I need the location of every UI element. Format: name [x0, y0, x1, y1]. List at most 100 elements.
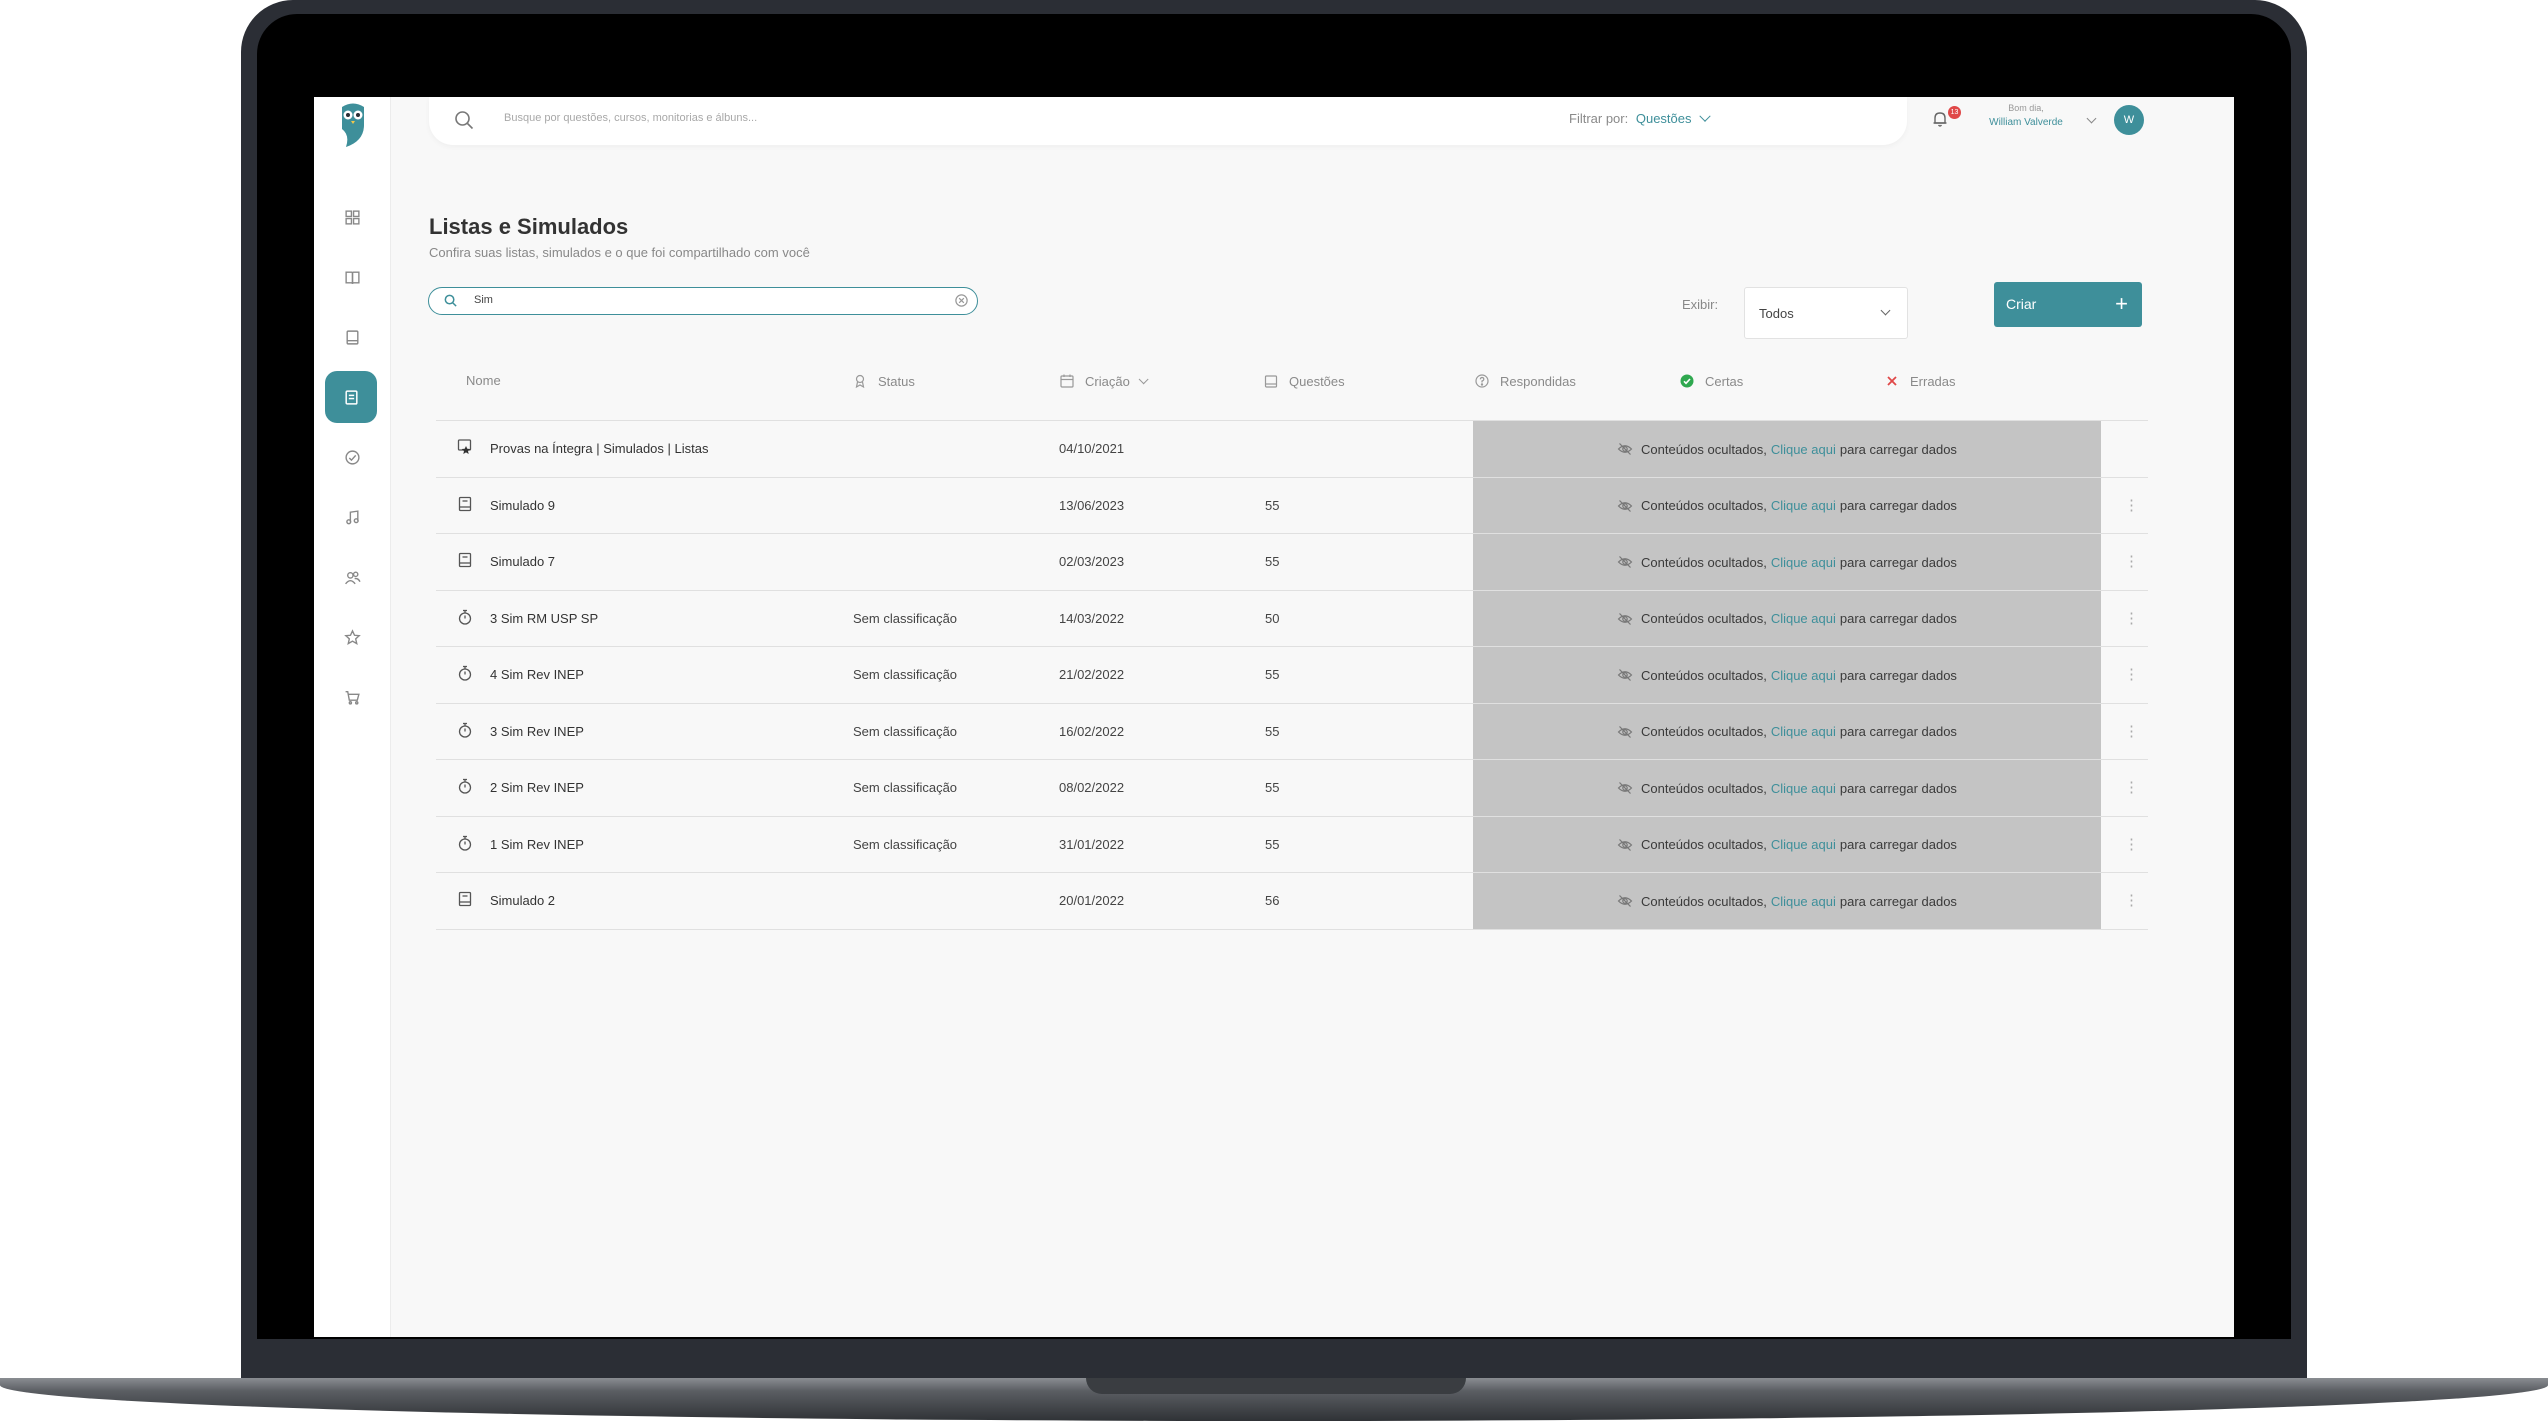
row-name[interactable]: Simulado 2	[490, 893, 555, 908]
row-name[interactable]: 2 Sim Rev INEP	[490, 780, 584, 795]
user-greeting[interactable]: Bom dia, William Valverde	[1978, 103, 2074, 128]
hidden-content-cell: Conteúdos ocultados, Clique aqui para carr…	[1473, 816, 2101, 873]
row-date: 02/03/2023	[1059, 554, 1125, 569]
table-row[interactable]: 3 Sim RM USP SP Sem classificação 14/03/20…	[436, 590, 2148, 647]
more-options-icon[interactable]: ⋮	[2124, 611, 2139, 626]
hidden-prefix: Conteúdos ocultados,	[1641, 498, 1767, 513]
row-questions: 55	[1265, 836, 1280, 852]
hidden-prefix: Conteúdos ocultados,	[1641, 667, 1767, 683]
more-options-icon[interactable]: ⋮	[2124, 667, 2139, 682]
hidden-content-cell: Conteúdos ocultados, Clique aqui para carr…	[1473, 703, 2101, 760]
column-header-erradas[interactable]: Erradas	[1884, 373, 1956, 389]
filter-dropdown[interactable]: Filtrar por: Questões	[1569, 110, 1711, 126]
column-label: Status	[878, 373, 915, 389]
eye-off-icon	[1617, 556, 1633, 568]
list-search-input[interactable]: Sim	[428, 287, 978, 315]
row-name[interactable]: 1 Sim Rev INEP	[490, 837, 584, 852]
laptop-notch	[1086, 1378, 1466, 1394]
load-data-link[interactable]: Clique aqui	[1771, 724, 1836, 739]
cart-icon[interactable]	[338, 683, 366, 711]
more-options-icon[interactable]: ⋮	[2124, 893, 2139, 908]
bell-icon[interactable]	[1930, 109, 1950, 129]
row-date: 20/01/2022	[1059, 893, 1125, 908]
avatar[interactable]: W	[2114, 105, 2144, 135]
table-row[interactable]: Simulado 7 02/03/2023 55 Conteúdos ocultado…	[436, 534, 2148, 590]
filter-value: Questões	[1635, 111, 1692, 126]
user-menu-chevron-icon[interactable]	[2086, 113, 2097, 124]
users-icon[interactable]	[338, 563, 366, 591]
exibir-label: Exibir:	[1682, 297, 1719, 312]
eye-off-icon	[1617, 838, 1633, 851]
hidden-suffix: para carregar dados	[1839, 667, 1957, 683]
hidden-prefix: Conteúdos ocultados,	[1641, 837, 1767, 852]
clear-search-icon[interactable]	[954, 293, 969, 308]
hidden-suffix: para carregar dados	[1839, 498, 1957, 513]
row-name[interactable]: 3 Sim RM USP SP	[490, 611, 598, 626]
hidden-suffix: para carregar dados	[1839, 441, 1957, 457]
more-options-icon[interactable]: ⋮	[2124, 724, 2139, 739]
load-data-link[interactable]: Clique aqui	[1771, 837, 1836, 852]
table-row[interactable]: Provas na Íntegra | Simulados | Listas 04…	[436, 421, 2148, 477]
exibir-select[interactable]: Todos	[1744, 287, 1908, 339]
sort-chevron-icon	[1138, 373, 1149, 384]
load-data-link[interactable]: Clique aqui	[1771, 498, 1836, 513]
book-open-icon[interactable]	[338, 263, 366, 291]
document-icon	[456, 551, 474, 569]
more-options-icon[interactable]: ⋮	[2124, 554, 2139, 569]
row-date: 21/02/2022	[1059, 667, 1125, 682]
greeting-text: Bom dia,	[2008, 103, 2044, 113]
load-data-link[interactable]: Clique aqui	[1771, 781, 1836, 796]
music-icon[interactable]	[338, 503, 366, 531]
row-name[interactable]: Simulado 9	[490, 498, 555, 513]
column-header-questoes[interactable]: Questões	[1263, 373, 1345, 389]
column-header-criacao[interactable]: Criação	[1059, 373, 1149, 389]
table-row[interactable]: 4 Sim Rev INEP Sem classificação 21/02/202…	[436, 647, 2148, 703]
column-header-certas[interactable]: Certas	[1679, 373, 1743, 389]
hidden-suffix: para carregar dados	[1839, 724, 1957, 739]
table-row[interactable]: Simulado 2 20/01/2022 56 Conteúdos ocultado…	[436, 873, 2148, 929]
row-date: 14/03/2022	[1059, 610, 1125, 626]
lists-icon[interactable]	[325, 371, 377, 423]
load-data-link[interactable]: Clique aqui	[1771, 555, 1836, 570]
row-name[interactable]: 3 Sim Rev INEP	[490, 724, 584, 739]
row-questions: 55	[1265, 780, 1280, 795]
row-status: Sem classificação	[853, 723, 958, 739]
owl-logo-icon[interactable]	[336, 101, 370, 149]
eye-off-icon	[1617, 499, 1633, 512]
more-options-icon[interactable]: ⋮	[2124, 780, 2139, 795]
more-options-icon[interactable]: ⋮	[2124, 498, 2139, 513]
load-data-link[interactable]: Clique aqui	[1771, 668, 1836, 683]
eye-off-icon	[1617, 725, 1633, 738]
filter-label: Filtrar por:	[1569, 111, 1629, 126]
row-date: 08/02/2022	[1059, 780, 1125, 795]
dashboard-icon[interactable]	[338, 203, 366, 231]
column-label: Criação	[1085, 373, 1130, 389]
load-data-link[interactable]: Clique aqui	[1771, 442, 1836, 457]
app-screen: Busque por questões, cursos, monitorias …	[314, 97, 2234, 1337]
search-icon[interactable]	[453, 109, 475, 131]
star-icon[interactable]	[338, 623, 366, 651]
hidden-content-cell: Conteúdos ocultados, Clique aqui para carr…	[1473, 647, 2101, 703]
row-name[interactable]: 4 Sim Rev INEP	[490, 667, 584, 682]
load-data-link[interactable]: Clique aqui	[1771, 611, 1836, 626]
column-header-nome[interactable]: Nome	[466, 373, 501, 388]
more-options-icon[interactable]: ⋮	[2124, 837, 2139, 852]
row-date: 13/06/2023	[1059, 497, 1125, 513]
book-icon[interactable]	[338, 323, 366, 351]
table-divider	[436, 928, 2148, 930]
table-row[interactable]: Simulado 9 13/06/2023 55 Conteúdos ocultado…	[436, 477, 2148, 534]
column-header-status[interactable]: Status	[852, 373, 915, 389]
column-header-respondidas[interactable]: Respondidas	[1474, 373, 1576, 389]
document-icon	[456, 495, 474, 513]
row-name[interactable]: Simulado 7	[490, 554, 555, 569]
check-circle-icon[interactable]	[338, 443, 366, 471]
row-questions: 56	[1265, 893, 1280, 908]
hidden-content-cell: Conteúdos ocultados, Clique aqui para carr…	[1473, 477, 2101, 534]
table-row[interactable]: 2 Sim Rev INEP Sem classificação 08/02/202…	[436, 760, 2148, 816]
load-data-link[interactable]: Clique aqui	[1771, 894, 1836, 909]
global-search-input[interactable]: Busque por questões, cursos, monitorias …	[504, 112, 757, 124]
row-name[interactable]: Provas na Íntegra | Simulados | Listas	[490, 441, 708, 456]
create-button[interactable]: Criar +	[1994, 282, 2142, 327]
table-row[interactable]: 3 Sim Rev INEP Sem classificação 16/02/202…	[436, 703, 2148, 760]
table-row[interactable]: 1 Sim Rev INEP Sem classificação 31/01/202…	[436, 816, 2148, 873]
